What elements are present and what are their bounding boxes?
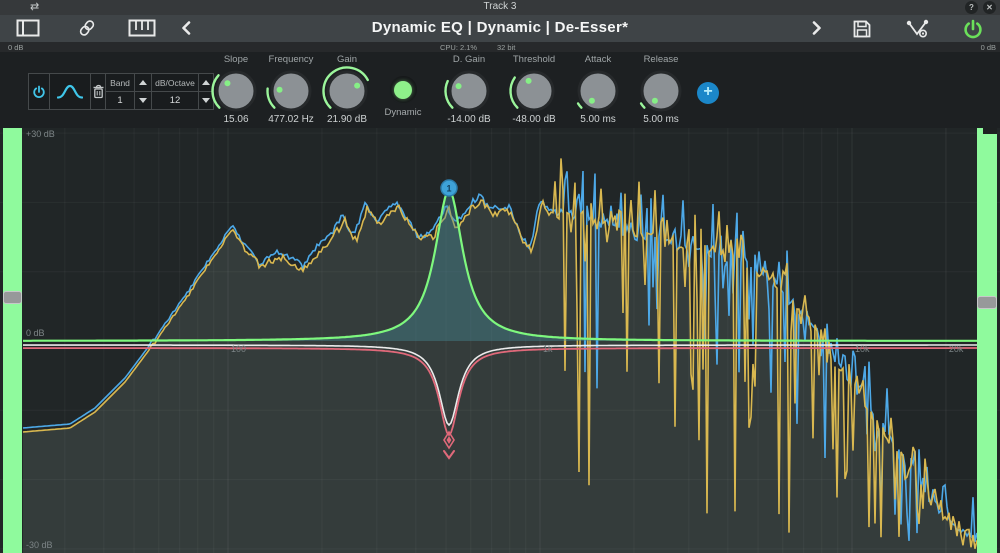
db-axis-label: -30 dB <box>26 540 53 550</box>
eq-graph-canvas[interactable]: +30 dB 0 dB -30 dB 100 1k 10k 20k 1 <box>0 128 1000 553</box>
band-up-button[interactable] <box>135 74 151 91</box>
knob-threshold[interactable]: Threshold -48.00 dB <box>499 54 569 125</box>
gain-knob-dial[interactable] <box>321 66 373 116</box>
band-label: Band <box>110 78 130 88</box>
input-level-fader[interactable] <box>3 128 22 553</box>
band-1-marker-label: 1 <box>446 184 451 194</box>
freq-axis-label: 100 <box>231 344 246 354</box>
window-title: Track 3 <box>0 1 1000 12</box>
knob-dgain[interactable]: D. Gain -14.00 dB <box>434 54 504 125</box>
routing-icon[interactable] <box>906 19 930 39</box>
output-gain-label: 0 dB <box>981 43 996 52</box>
dynamic-on-led <box>394 81 412 99</box>
band-shape-button[interactable] <box>50 74 90 109</box>
input-gain-label: 0 dB <box>8 43 23 52</box>
octave-label: dB/Octave <box>155 78 195 88</box>
dynamic-label: Dynamic <box>368 107 438 118</box>
freq-axis-label: 10k <box>855 344 870 354</box>
release-value: 5.00 ms <box>626 114 696 125</box>
attack-value: 5.00 ms <box>563 114 633 125</box>
preset-title[interactable]: Dynamic EQ | Dynamic | De-Esser* <box>0 19 1000 36</box>
trash-icon <box>92 84 105 99</box>
threshold-value: -48.00 dB <box>499 114 569 125</box>
band-down-button[interactable] <box>135 92 151 109</box>
threshold-knob-dial[interactable] <box>508 66 560 116</box>
output-fader-handle[interactable] <box>977 296 997 309</box>
octave-value: 12 <box>170 95 181 106</box>
freq-axis-label: 20k <box>949 344 964 354</box>
dgain-knob-dial[interactable] <box>443 66 495 116</box>
slope-knob-dial[interactable] <box>210 66 262 116</box>
band-number: 1 <box>117 95 122 106</box>
info-strip: 0 dB CPU: 2.1% 32 bit 0 dB <box>0 42 1000 52</box>
add-band-button[interactable]: + <box>697 82 719 104</box>
knob-release[interactable]: Release 5.00 ms <box>626 54 696 125</box>
up-arrow-icon <box>139 80 147 85</box>
input-fader-handle[interactable] <box>3 291 22 304</box>
power-icon[interactable] <box>962 18 984 40</box>
freq-axis-label: 1k <box>543 344 553 354</box>
attack-knob-dial[interactable] <box>572 66 624 116</box>
band-control-panel: Band dB/Octave 1 12 <box>0 52 1000 128</box>
frequency-knob-dial[interactable] <box>265 66 317 116</box>
band-selector-box: Band dB/Octave 1 12 <box>28 73 214 110</box>
attack-label: Attack <box>563 54 633 66</box>
output-meter-notch <box>983 128 997 134</box>
window-titlebar: ⇄ Track 3 ? ✕ <box>0 0 1000 15</box>
eq-graph-area[interactable]: +30 dB 0 dB -30 dB 100 1k 10k 20k 1 <box>0 128 1000 553</box>
db-axis-label: +30 dB <box>26 129 55 139</box>
dynamic-toggle-group: Dynamic <box>368 52 438 118</box>
band-power-button[interactable] <box>29 74 49 109</box>
output-level-fader[interactable] <box>977 128 997 553</box>
dynamic-toggle-button[interactable] <box>390 76 417 103</box>
close-button[interactable]: ✕ <box>983 1 996 14</box>
save-icon[interactable] <box>852 19 872 39</box>
help-button[interactable]: ? <box>965 1 978 14</box>
down-arrow-icon <box>139 98 147 103</box>
dgain-label: D. Gain <box>434 54 504 66</box>
threshold-label: Threshold <box>499 54 569 66</box>
db-axis-label: 0 dB <box>26 328 45 338</box>
bit-depth: 32 bit <box>497 43 515 52</box>
knob-attack[interactable]: Attack 5.00 ms <box>563 54 633 125</box>
bell-curve-icon <box>57 84 83 99</box>
dgain-value: -14.00 dB <box>434 114 504 125</box>
band-power-icon <box>32 85 46 99</box>
chevron-right-icon[interactable] <box>812 21 822 35</box>
release-knob-dial[interactable] <box>635 66 687 116</box>
release-label: Release <box>626 54 696 66</box>
plugin-toolbar: Dynamic EQ | Dynamic | De-Esser* <box>0 15 1000 42</box>
delete-band-button[interactable] <box>91 74 105 109</box>
plugin-window: ⇄ Track 3 ? ✕ Dynamic EQ | Dynamic | De-… <box>0 0 1000 553</box>
cpu-usage: CPU: 2.1% <box>440 43 477 52</box>
